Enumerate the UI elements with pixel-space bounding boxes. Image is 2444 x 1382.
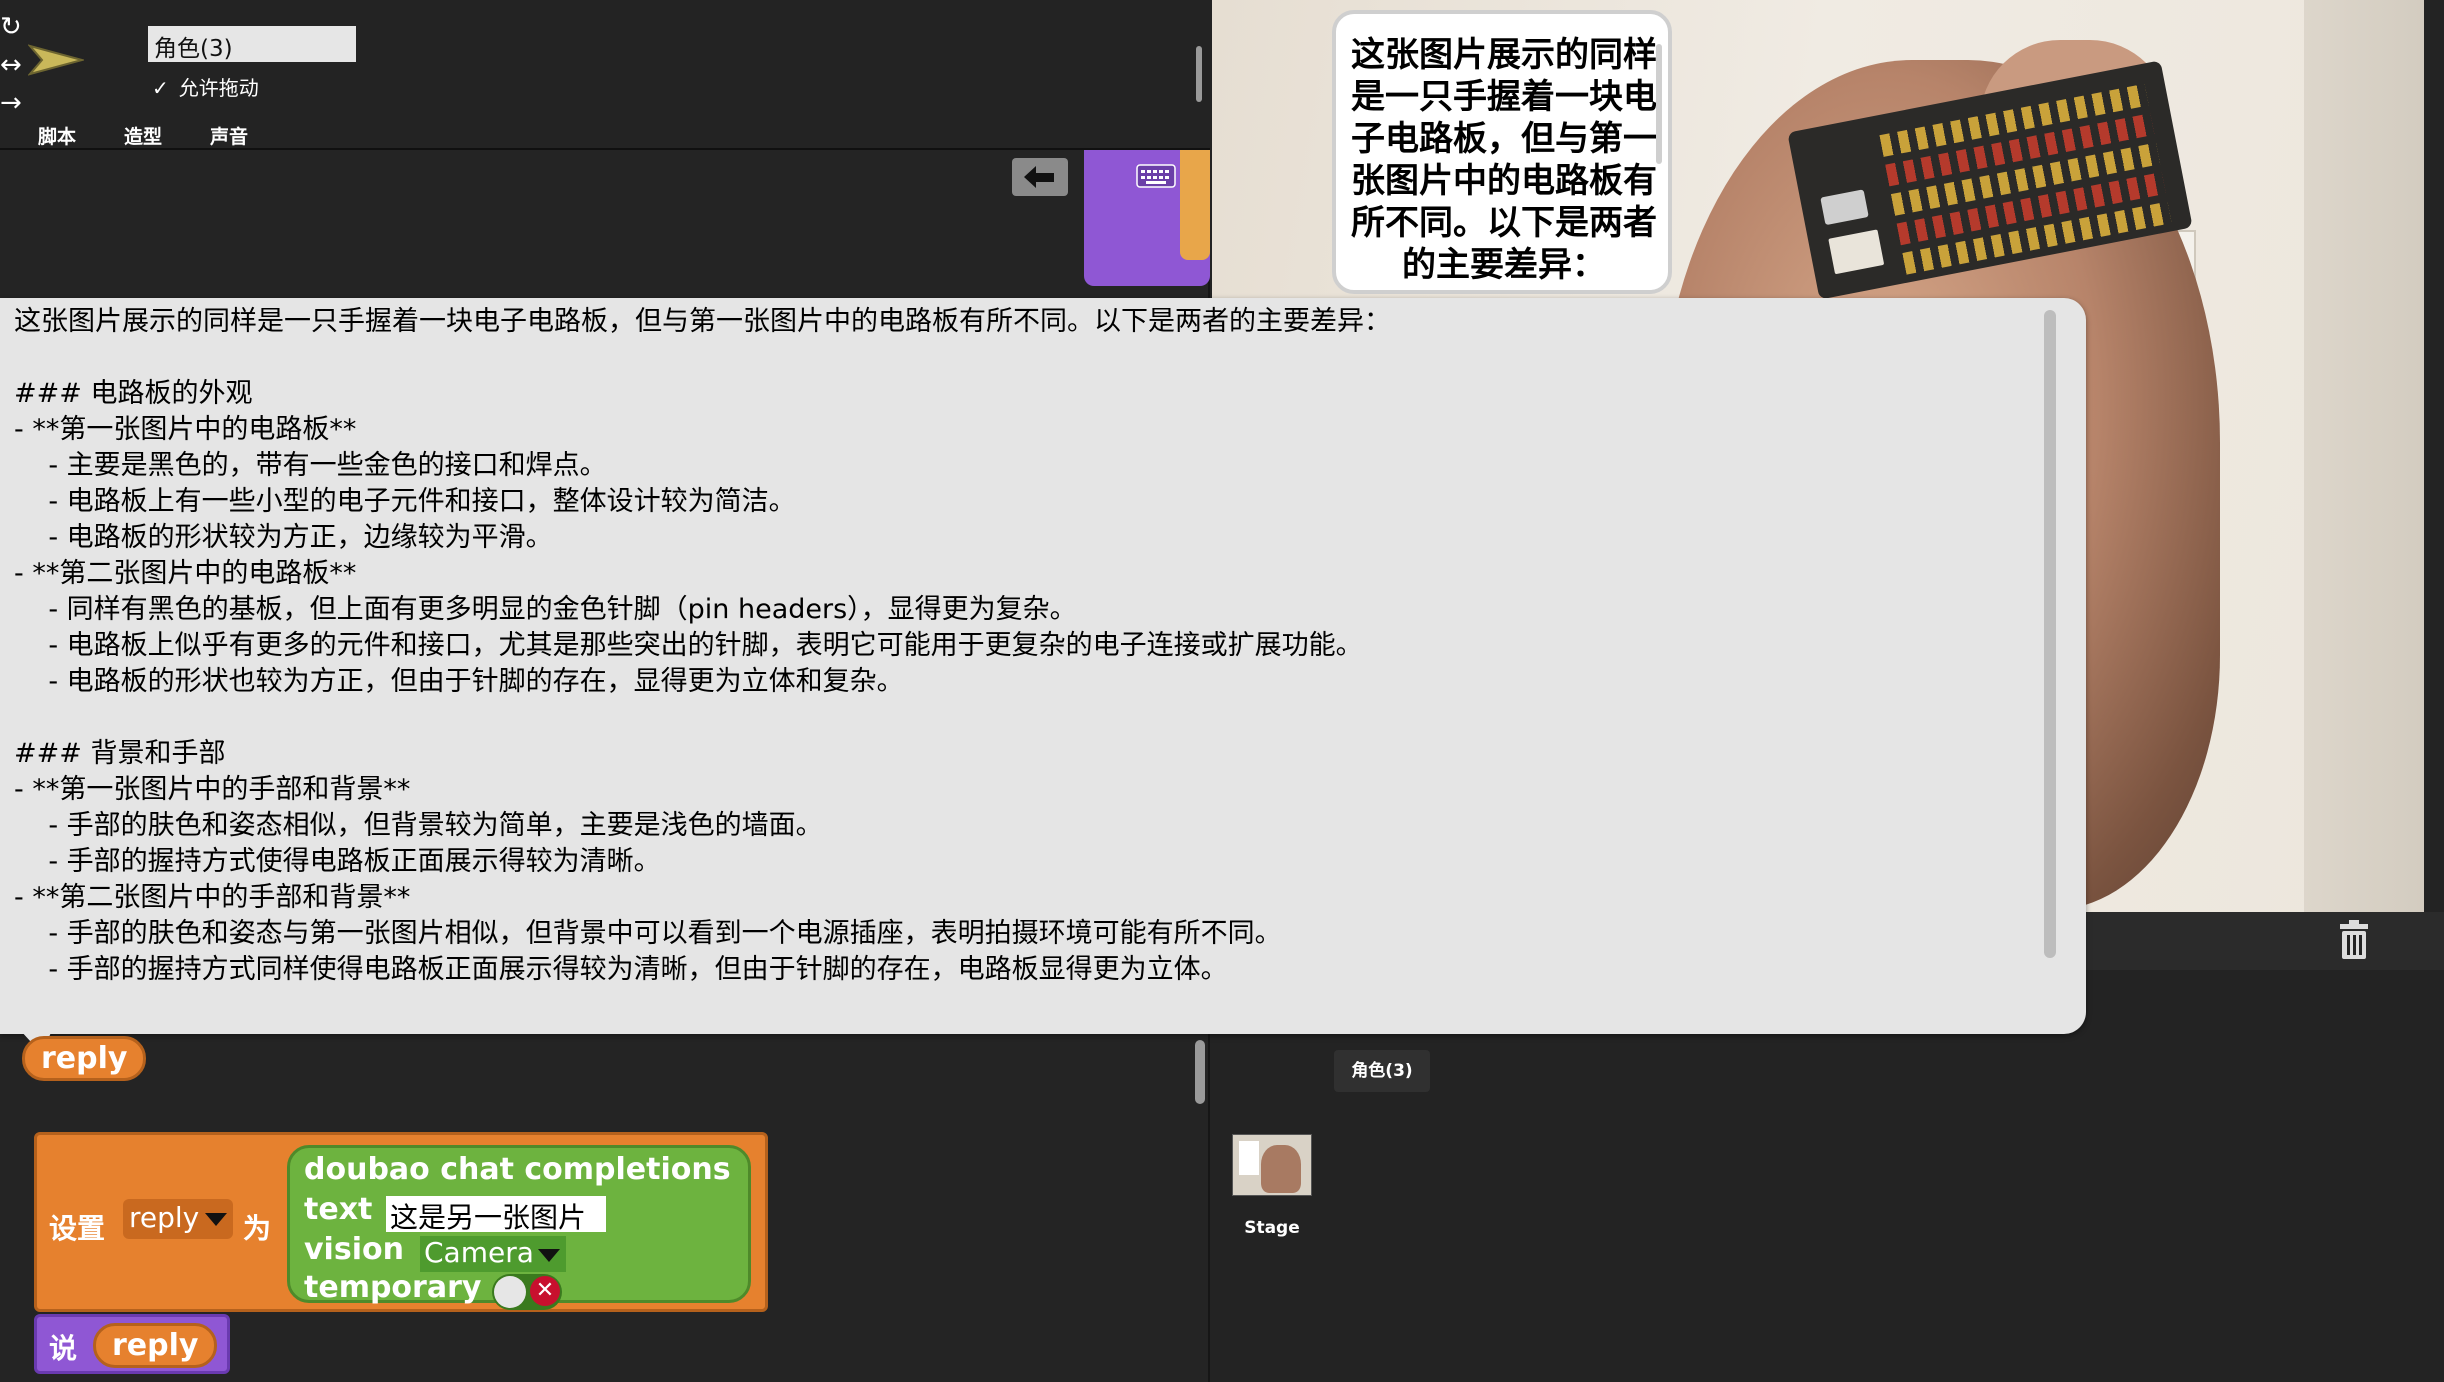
text-label: text [304,1192,373,1227]
yellow-block[interactable] [1180,150,1210,260]
rotation-style-buttons[interactable]: ↻ ↔ → [0,8,24,122]
result-line: - **第二张图片中的手部和背景** [14,882,411,913]
stage-label: Stage [1244,1218,1300,1238]
result-line: - 同样有黑色的基板，但上面有更多明显的金色针脚（pin headers），显得… [14,594,1077,625]
undo-button[interactable] [1012,158,1068,196]
editor-tabs: 脚本 造型 声音 [0,118,1210,150]
result-line: - 电路板的形状也较为方正，但由于针脚的存在，显得更为立体和复杂。 [14,666,904,697]
checkmark-icon: ✓ [152,76,169,100]
result-line [14,700,2044,736]
result-line: - **第一张图片中的手部和背景** [14,774,411,805]
scrollbar[interactable] [1656,44,1662,164]
say-block[interactable]: 说 reply [34,1314,230,1374]
close-icon: ✕ [530,1276,560,1306]
connector [1828,229,1885,275]
scrollbar[interactable] [2044,310,2056,958]
usb-port [1820,189,1869,226]
text-input[interactable]: 这是另一张图片 [386,1196,606,1234]
reply-variable-block[interactable]: reply [22,1036,147,1081]
speech-bubble-text: 这张图片展示的同样是一只手握着一块电子电路板，但与第一张图片中的电路板有所不同。… [1351,35,1657,285]
scrollbar[interactable] [1195,1040,1205,1104]
result-line: - 手部的握持方式使得电路板正面展示得较为清晰。 [14,846,661,877]
keyboard-icon[interactable] [1136,164,1176,188]
speech-bubble: 这张图片展示的同样是一只手握着一块电子电路板，但与第一张图片中的电路板有所不同。… [1332,10,1672,294]
trash-icon[interactable] [2332,918,2376,962]
sprite-thumbnail-label[interactable]: 角色(3) [1334,1050,1430,1092]
sprite-header: ↻ ↔ → 角色(3) ✓ 允许拖动 脚本 造型 声音 [0,0,1210,150]
result-line: - 电路板上有一些小型的电子元件和接口，整体设计较为简洁。 [14,486,796,517]
result-line: - 手部的肤色和姿态与第一张图片相似，但背景中可以看到一个电源插座，表明拍摄环境… [14,918,1282,949]
draggable-checkbox[interactable]: ✓ 允许拖动 [152,72,259,101]
draggable-label: 允许拖动 [178,76,259,100]
tab-costumes[interactable]: 造型 [124,118,162,150]
tab-sounds[interactable]: 声音 [210,118,248,150]
sprite-name-field[interactable]: 角色(3) [148,26,356,62]
result-popup[interactable]: 这张图片展示的同样是一只手握着一块电子电路板，但与第一张图片中的电路板有所不同。… [0,298,2086,1034]
doubao-title: doubao chat completions [304,1152,731,1187]
result-line: - 电路板上似乎有更多的元件和接口，尤其是那些突出的针脚，表明它可能用于更复杂的… [14,630,1363,661]
tab-scripts[interactable]: 脚本 [38,118,76,150]
result-line: ### 电路板的外观 [14,378,253,409]
variable-name: reply [129,1201,200,1234]
temporary-toggle[interactable]: ✕ [492,1274,562,1310]
sprite-arrow-icon [28,44,84,76]
result-line: - 手部的肤色和姿态相似，但背景较为简单，主要是浅色的墙面。 [14,810,823,841]
thumbnail-bubble [1239,1141,1259,1175]
temporary-label: temporary [304,1270,482,1305]
scrollbar[interactable] [1196,46,1202,102]
vision-label: vision [304,1232,404,1267]
rotate-icon[interactable]: ↻ [0,8,24,46]
result-line: - 手部的握持方式同样使得电路板正面展示得较为清晰，但由于针脚的存在，电路板显得… [14,954,1228,985]
doubao-chat-completions-block[interactable]: doubao chat completions text 这是另一张图片 vis… [287,1145,751,1310]
result-text: 这张图片展示的同样是一只手握着一块电子电路板，但与第一张图片中的电路板有所不同。… [14,304,2044,1034]
toggle-knob [494,1276,526,1308]
result-line: - **第一张图片中的电路板** [14,414,357,445]
variable-dropdown[interactable]: reply [123,1199,233,1239]
result-line: ### 背景和手部 [14,738,226,769]
left-right-icon[interactable]: ↔ [0,46,24,84]
result-line: - 电路板的形状较为方正，边缘较为平滑。 [14,522,553,553]
result-line: - 主要是黑色的，带有一些金色的接口和焊点。 [14,450,607,481]
stage-thumbnail[interactable] [1232,1134,1312,1196]
no-rotate-icon[interactable]: → [0,84,24,122]
result-line: - **第二张图片中的电路板** [14,558,357,589]
wall-background [2304,0,2424,912]
reply-variable-block[interactable]: reply [93,1323,218,1368]
result-line [14,340,2044,376]
vision-dropdown[interactable]: Camera [420,1236,566,1272]
undo-icon [1024,166,1054,188]
to-label: 为 [243,1212,272,1245]
thumbnail-hand [1261,1145,1301,1193]
say-label: 说 [49,1332,78,1365]
set-variable-block[interactable]: 设置 reply 为 doubao chat completions text … [34,1132,768,1312]
chevron-down-icon [538,1249,560,1262]
result-line: 这张图片展示的同样是一只手握着一块电子电路板，但与第一张图片中的电路板有所不同。… [14,306,1391,337]
vision-value: Camera [424,1236,534,1269]
chevron-down-icon [205,1213,227,1226]
set-label: 设置 [49,1212,106,1245]
